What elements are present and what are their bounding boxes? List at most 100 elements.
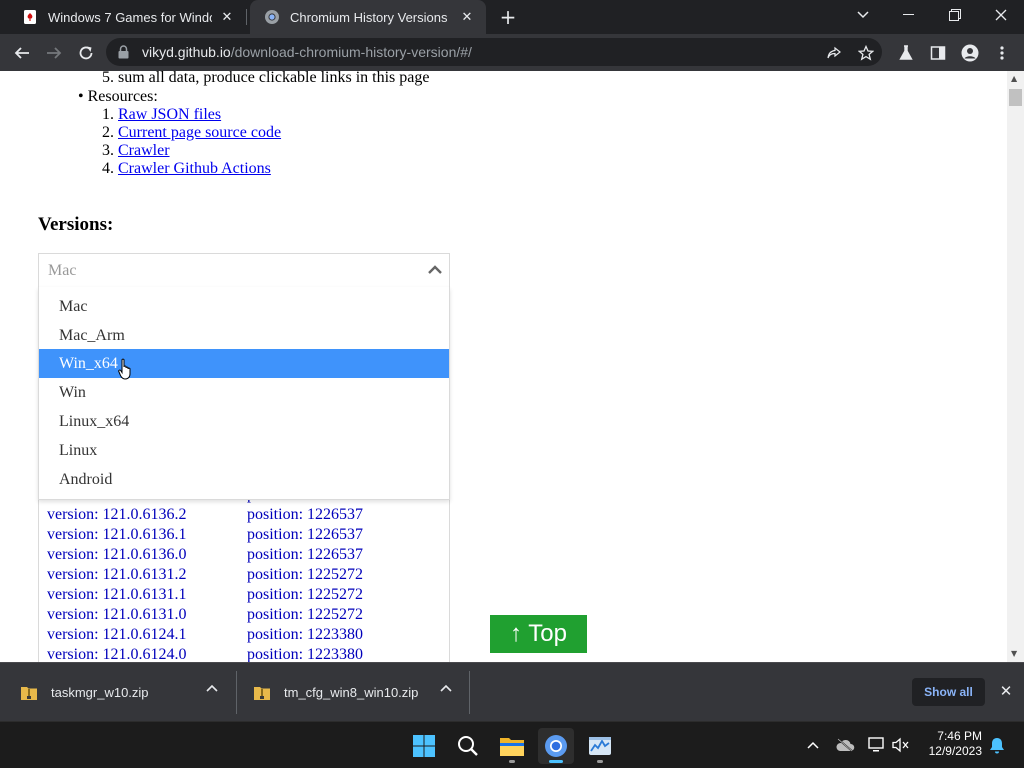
version-row[interactable]: version: 121.0.6131.2 position: 1225272 [47, 565, 363, 585]
resource-number: 3. [102, 142, 114, 159]
tab-title: Chromium History Versions Dow [290, 9, 452, 25]
resource-number: 4. [102, 160, 114, 177]
chevron-up-icon[interactable] [440, 684, 452, 692]
version-row[interactable]: version: 121.0.6131.1 position: 1225272 [47, 585, 363, 605]
windows-taskbar: 7:46 PM 12/9/2023 [0, 721, 1024, 768]
tab-chromium-history[interactable]: Chromium History Versions Dow ✕ [250, 0, 486, 34]
platform-select[interactable]: Mac [38, 253, 450, 287]
download-bar: taskmgr_w10.zip tm_cfg_win8_win10.zip Sh… [0, 662, 1024, 721]
tab-windows7-games[interactable]: Windows 7 Games for Windows ✕ [8, 0, 246, 34]
option-linux[interactable]: Linux [39, 436, 449, 465]
running-indicator [597, 760, 603, 763]
option-mac[interactable]: Mac [39, 292, 449, 321]
share-button[interactable] [820, 39, 848, 67]
version-row[interactable]: version: 121.0.6124.1 position: 1223380 [47, 625, 363, 645]
system-clock[interactable]: 7:46 PM 12/9/2023 [920, 729, 982, 759]
download-filename: tm_cfg_win8_win10.zip [284, 685, 419, 700]
bookmark-button[interactable] [852, 39, 880, 67]
resource-item: 1. Raw JSON files [102, 106, 221, 124]
close-download-bar-icon[interactable]: ✕ [996, 681, 1016, 701]
share-icon [827, 46, 841, 59]
task-manager-button[interactable] [582, 728, 618, 764]
option-win-x64[interactable]: Win_x64 [39, 349, 449, 378]
position-text[interactable]: position: 1223380 [247, 645, 363, 662]
crawler-link[interactable]: Crawler [118, 142, 170, 159]
show-hidden-icons-button[interactable] [802, 734, 824, 756]
reload-button[interactable] [72, 39, 100, 67]
raw-json-link[interactable]: Raw JSON files [118, 106, 221, 123]
chrome-taskbar-button[interactable] [538, 728, 574, 764]
option-android[interactable]: Android [39, 465, 449, 494]
version-text[interactable]: version: 121.0.6136.1 [47, 526, 187, 543]
version-row[interactable]: version: 121.0.6124.0 position: 1223380 [47, 645, 363, 662]
option-win[interactable]: Win [39, 378, 449, 407]
source-code-link[interactable]: Current page source code [118, 124, 281, 141]
option-mac-arm[interactable]: Mac_Arm [39, 321, 449, 350]
position-text[interactable]: position: 1226537 [247, 545, 363, 565]
address-bar[interactable]: vikyd.github.io/download-chromium-histor… [106, 38, 882, 66]
version-text[interactable]: version: 121.0.6131.0 [47, 606, 187, 623]
new-tab-button[interactable]: + [496, 5, 520, 29]
extension-button[interactable] [892, 39, 920, 67]
back-to-top-button[interactable]: ↑ Top [490, 615, 587, 653]
version-text[interactable]: version: 121.0.6136.0 [47, 546, 187, 563]
network-tray-button[interactable] [866, 734, 888, 756]
lock-icon[interactable] [118, 45, 129, 59]
version-row[interactable]: version: 121.0.6136.1 position: 1226537 [47, 525, 363, 545]
file-explorer-button[interactable] [494, 728, 530, 764]
volume-tray-button[interactable] [890, 734, 912, 756]
page-content: 5. sum all data, produce clickable links… [0, 71, 1007, 662]
position-text[interactable]: position: 1225272 [247, 565, 363, 585]
position-text[interactable]: position: 1225272 [247, 585, 363, 605]
browser-toolbar: vikyd.github.io/download-chromium-histor… [0, 34, 1024, 71]
notifications-button[interactable] [986, 734, 1008, 756]
restore-button[interactable] [932, 0, 978, 30]
close-tab-icon[interactable]: ✕ [458, 8, 476, 26]
resource-item: 3. Crawler [102, 142, 170, 160]
show-all-downloads-button[interactable]: Show all [912, 678, 985, 706]
version-text[interactable]: version: 121.0.6131.2 [47, 566, 187, 583]
profile-button[interactable] [956, 39, 984, 67]
side-panel-button[interactable] [924, 39, 952, 67]
download-item[interactable]: tm_cfg_win8_win10.zip [253, 663, 463, 722]
version-row[interactable]: version: 121.0.6131.0 position: 1225272 [47, 605, 363, 625]
page-scrollbar[interactable]: ▲ ▼ [1007, 71, 1024, 662]
zip-folder-icon [21, 686, 37, 700]
search-icon [458, 736, 478, 756]
back-button[interactable] [8, 39, 36, 67]
forward-button[interactable] [40, 39, 68, 67]
taskbar-search-button[interactable] [450, 728, 486, 764]
flask-icon [899, 45, 913, 60]
chevron-up-icon[interactable] [206, 684, 218, 692]
scroll-up-icon[interactable]: ▲ [1011, 74, 1017, 83]
version-row[interactable]: version: 121.0.6136.0 position: 1226537 [47, 545, 363, 565]
download-item[interactable]: taskmgr_w10.zip [20, 663, 230, 722]
onedrive-tray-button[interactable] [834, 734, 856, 756]
scroll-down-icon[interactable]: ▼ [1011, 649, 1017, 658]
version-text[interactable]: version: 121.0.6131.1 [47, 586, 187, 603]
version-text[interactable]: version: 121.0.6124.0 [47, 646, 187, 662]
version-text[interactable]: version: 121.0.6124.1 [47, 626, 187, 643]
chevron-up-icon[interactable] [427, 263, 443, 277]
position-text[interactable]: position: 1225272 [247, 605, 363, 625]
position-text[interactable]: position: 1226537 [247, 525, 363, 545]
version-text[interactable]: version: 121.0.6136.2 [47, 506, 187, 523]
chevron-down-icon [857, 11, 869, 19]
scrollbar-thumb[interactable] [1009, 89, 1022, 106]
position-text[interactable]: position: 1223380 [247, 625, 363, 645]
close-tab-icon[interactable]: ✕ [218, 8, 236, 26]
minimize-button[interactable] [886, 0, 932, 30]
cloud-offline-icon [836, 738, 855, 752]
start-button[interactable] [406, 728, 442, 764]
close-window-button[interactable] [978, 0, 1024, 30]
url-text: vikyd.github.io/download-chromium-histor… [142, 44, 472, 60]
position-text[interactable]: position: 1226537 [247, 505, 363, 525]
file-explorer-icon [500, 738, 524, 756]
crawler-actions-link[interactable]: Crawler Github Actions [118, 160, 271, 177]
restore-icon [949, 9, 961, 21]
versions-list: version: 121.0.6136.2 position: 1226537 v… [38, 486, 450, 662]
browser-menu-button[interactable] [988, 39, 1016, 67]
option-linux-x64[interactable]: Linux_x64 [39, 407, 449, 436]
tab-search-button[interactable] [840, 0, 886, 30]
version-row[interactable]: version: 121.0.6136.2 position: 1226537 [47, 505, 363, 525]
